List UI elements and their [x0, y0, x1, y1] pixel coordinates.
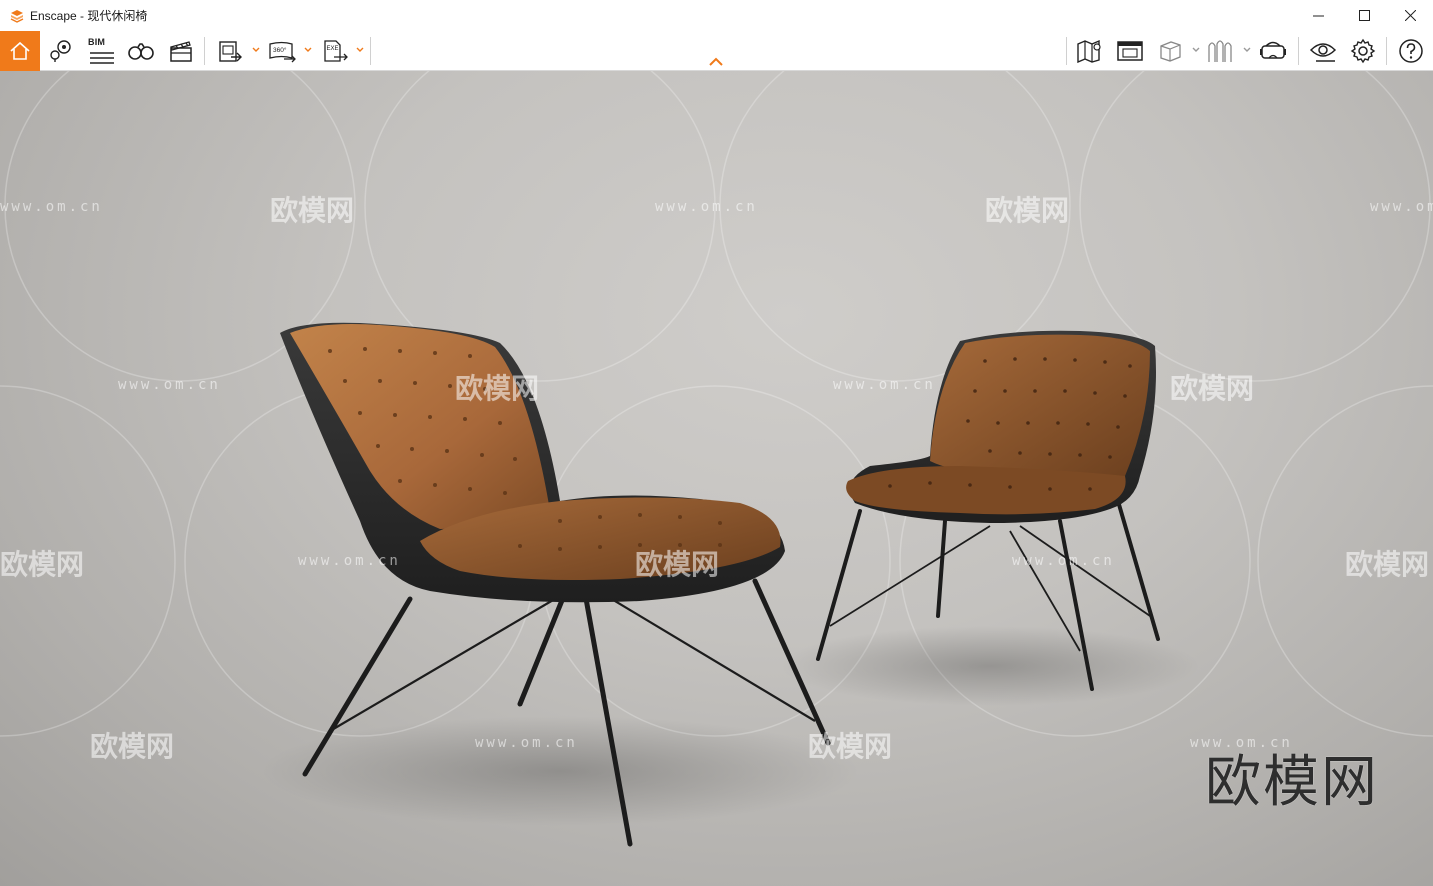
toolbar-separator	[204, 37, 205, 65]
watermark-url: www.om.cn	[655, 199, 758, 215]
watermark-url: www.om.cn	[298, 553, 401, 569]
vr-headset-icon	[1260, 41, 1286, 59]
visual-settings-button[interactable]	[1306, 31, 1340, 71]
watermark-url: www.om.cn	[0, 199, 103, 215]
close-button[interactable]	[1387, 0, 1433, 31]
close-icon	[1404, 10, 1416, 21]
panorama-button[interactable]: 360°	[264, 31, 300, 71]
render-image-icon	[219, 41, 242, 62]
watermark-brand: 欧模网	[455, 372, 540, 405]
collapse-toolbar-chevron-icon[interactable]	[708, 56, 724, 68]
watermark-brand: 欧模网	[90, 730, 175, 763]
watermark-brand: 欧模网	[1345, 548, 1430, 581]
visual-settings-icon	[1309, 43, 1337, 62]
enscape-logo-icon	[10, 9, 24, 23]
video-editor-button[interactable]	[166, 31, 196, 71]
chair-shadow	[260, 716, 860, 826]
clapperboard-icon	[170, 41, 192, 62]
watermark-brand: 欧模网	[985, 194, 1070, 227]
help-icon	[1399, 39, 1423, 63]
views-button[interactable]	[1114, 31, 1146, 71]
binoculars-icon	[128, 43, 154, 60]
toolbar-separator	[1386, 37, 1387, 65]
maximize-icon	[1358, 10, 1370, 21]
watermark-url: www.om.cn	[1012, 553, 1115, 569]
chair-shadow	[780, 626, 1200, 706]
toolbar-separator	[370, 37, 371, 65]
bim-label: BIM	[88, 37, 106, 47]
watermark-brand: 欧模网	[635, 548, 720, 581]
export-exe-icon: EXE	[324, 40, 348, 62]
toolbar-separator	[1298, 37, 1299, 65]
maximize-button[interactable]	[1341, 0, 1387, 31]
render-dropdown-caret-icon[interactable]	[252, 46, 260, 54]
brand-mark: 欧模网	[1205, 750, 1379, 815]
export-exe-label: EXE	[327, 46, 339, 52]
settings-button[interactable]	[1346, 31, 1380, 71]
toolbar-separator	[1066, 37, 1067, 65]
materials-button[interactable]	[1204, 31, 1238, 71]
map-button[interactable]	[1074, 31, 1106, 71]
box-dropdown-caret-icon[interactable]	[1192, 46, 1200, 54]
watermark-brand: 欧模网	[1170, 372, 1255, 405]
home-icon	[10, 41, 30, 60]
location-icon	[50, 40, 71, 62]
watermark-brand: 欧模网	[0, 548, 85, 581]
watermark-url: www.om.cn	[1370, 199, 1433, 215]
materials-icon	[1208, 40, 1232, 62]
help-button[interactable]	[1394, 31, 1428, 71]
vr-headset-button[interactable]	[1256, 31, 1290, 71]
window-title: Enscape - 现代休闲椅	[30, 9, 148, 23]
minimize-icon	[1312, 15, 1324, 17]
location-button[interactable]	[46, 31, 76, 71]
watermark-url: www.om.cn	[475, 735, 578, 751]
watermark-brand: 欧模网	[270, 194, 355, 227]
settings-gear-icon	[1350, 38, 1376, 64]
title-bar: Enscape - 现代休闲椅	[0, 0, 1433, 31]
box-icon	[1160, 41, 1181, 62]
box-button[interactable]	[1154, 31, 1186, 71]
render-image-button[interactable]	[212, 31, 248, 71]
panorama-dropdown-caret-icon[interactable]	[304, 46, 312, 54]
render-viewport[interactable]: 欧模网 欧模网 欧模网 欧模网 欧模网 欧模网 欧模网 欧模网 欧模网 欧模网 …	[0, 71, 1433, 886]
materials-dropdown-caret-icon[interactable]	[1243, 46, 1251, 54]
views-icon	[1117, 41, 1143, 61]
map-icon	[1077, 39, 1101, 63]
minimize-button[interactable]	[1295, 0, 1341, 31]
home-button[interactable]	[0, 31, 40, 71]
watermark-url: www.om.cn	[118, 377, 221, 393]
watermark-url: www.om.cn	[833, 377, 936, 393]
export-exe-button[interactable]: EXE	[318, 31, 352, 71]
export-dropdown-caret-icon[interactable]	[356, 46, 364, 54]
watermark-brand: 欧模网	[808, 730, 893, 763]
binoculars-button[interactable]	[125, 31, 157, 71]
panorama-360-label: 360°	[273, 46, 287, 54]
panorama-360-icon: 360°	[269, 41, 296, 63]
